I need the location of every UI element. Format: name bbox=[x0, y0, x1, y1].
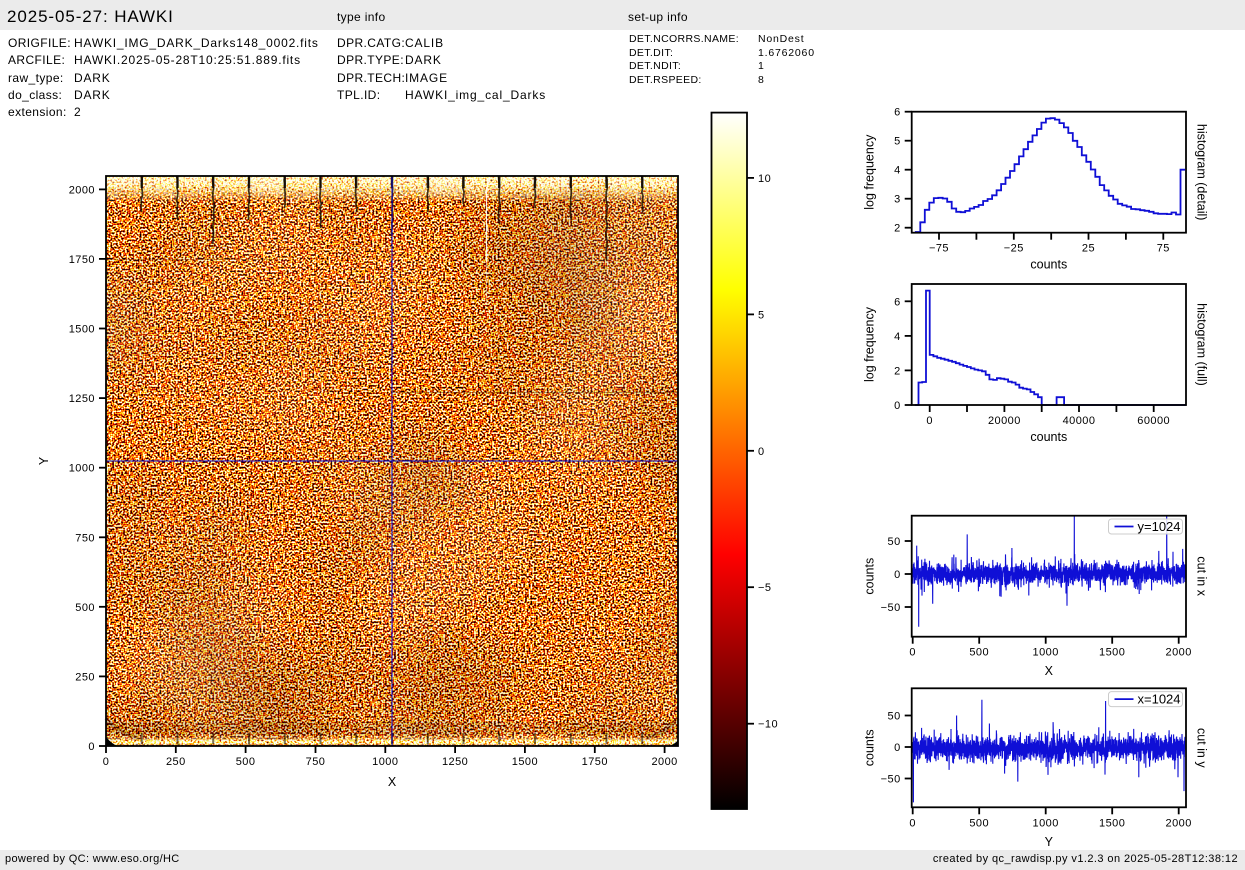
svg-text:1500: 1500 bbox=[69, 324, 95, 336]
svg-text:counts: counts bbox=[1030, 430, 1067, 444]
svg-text:−50: −50 bbox=[881, 774, 901, 786]
svg-text:2000: 2000 bbox=[1166, 817, 1192, 829]
svg-text:2000: 2000 bbox=[69, 184, 95, 196]
svg-text:1500: 1500 bbox=[1099, 817, 1125, 829]
svg-text:−10: −10 bbox=[758, 719, 778, 731]
svg-text:−5: −5 bbox=[758, 582, 771, 594]
svg-text:counts: counts bbox=[1030, 258, 1067, 272]
svg-text:1750: 1750 bbox=[582, 756, 608, 768]
svg-text:1500: 1500 bbox=[512, 756, 538, 768]
svg-text:500: 500 bbox=[75, 602, 95, 614]
svg-text:0: 0 bbox=[909, 817, 916, 829]
svg-text:y=1024: y=1024 bbox=[1138, 519, 1181, 534]
svg-text:5: 5 bbox=[894, 136, 901, 148]
svg-text:750: 750 bbox=[306, 756, 326, 768]
svg-text:500: 500 bbox=[969, 647, 989, 659]
svg-text:0: 0 bbox=[894, 569, 901, 581]
svg-text:5: 5 bbox=[758, 309, 765, 321]
svg-text:750: 750 bbox=[75, 532, 95, 544]
svg-text:1000: 1000 bbox=[372, 756, 398, 768]
svg-text:1000: 1000 bbox=[1033, 647, 1059, 659]
svg-text:250: 250 bbox=[166, 756, 186, 768]
svg-text:40000: 40000 bbox=[1063, 415, 1096, 427]
svg-text:0: 0 bbox=[909, 647, 916, 659]
svg-text:2: 2 bbox=[894, 365, 901, 377]
svg-text:6: 6 bbox=[894, 296, 901, 308]
svg-text:20000: 20000 bbox=[988, 415, 1021, 427]
svg-text:0: 0 bbox=[894, 742, 901, 754]
svg-text:0: 0 bbox=[103, 756, 110, 768]
svg-text:cut in x: cut in x bbox=[1195, 556, 1209, 596]
svg-text:−50: −50 bbox=[881, 602, 901, 614]
svg-text:0: 0 bbox=[758, 446, 765, 458]
svg-text:3: 3 bbox=[894, 194, 901, 206]
svg-text:1500: 1500 bbox=[1099, 647, 1125, 659]
svg-text:histogram (full): histogram (full) bbox=[1195, 303, 1209, 386]
svg-text:log frequency: log frequency bbox=[862, 134, 876, 210]
svg-text:−75: −75 bbox=[929, 243, 949, 255]
svg-text:X: X bbox=[1045, 664, 1054, 678]
svg-text:2: 2 bbox=[894, 223, 901, 235]
svg-text:500: 500 bbox=[236, 756, 256, 768]
svg-text:0: 0 bbox=[894, 400, 901, 412]
svg-text:4: 4 bbox=[894, 331, 901, 343]
svg-text:500: 500 bbox=[969, 817, 989, 829]
svg-text:0: 0 bbox=[926, 415, 933, 427]
svg-text:250: 250 bbox=[75, 671, 95, 683]
svg-text:50: 50 bbox=[888, 711, 901, 723]
svg-text:cut in y: cut in y bbox=[1195, 728, 1209, 768]
svg-text:50: 50 bbox=[888, 536, 901, 548]
svg-text:Y: Y bbox=[1045, 835, 1054, 849]
svg-text:log frequency: log frequency bbox=[862, 306, 876, 382]
svg-text:25: 25 bbox=[1082, 243, 1095, 255]
svg-text:counts: counts bbox=[862, 558, 876, 595]
svg-text:histogram (detail): histogram (detail) bbox=[1195, 124, 1209, 221]
svg-text:X: X bbox=[388, 775, 397, 789]
svg-text:counts: counts bbox=[862, 729, 876, 766]
svg-text:−25: −25 bbox=[1004, 243, 1024, 255]
svg-text:1250: 1250 bbox=[69, 393, 95, 405]
svg-text:75: 75 bbox=[1157, 243, 1170, 255]
svg-text:x=1024: x=1024 bbox=[1138, 692, 1181, 707]
svg-text:1250: 1250 bbox=[442, 756, 468, 768]
svg-text:2000: 2000 bbox=[651, 756, 677, 768]
svg-text:Y: Y bbox=[37, 456, 51, 465]
svg-text:1000: 1000 bbox=[1033, 817, 1059, 829]
svg-text:0: 0 bbox=[88, 741, 95, 753]
svg-text:4: 4 bbox=[894, 165, 901, 177]
svg-text:1750: 1750 bbox=[69, 254, 95, 266]
svg-text:60000: 60000 bbox=[1137, 415, 1170, 427]
svg-text:6: 6 bbox=[894, 107, 901, 119]
svg-text:10: 10 bbox=[758, 173, 771, 185]
svg-text:2000: 2000 bbox=[1166, 647, 1192, 659]
svg-text:1000: 1000 bbox=[69, 463, 95, 475]
